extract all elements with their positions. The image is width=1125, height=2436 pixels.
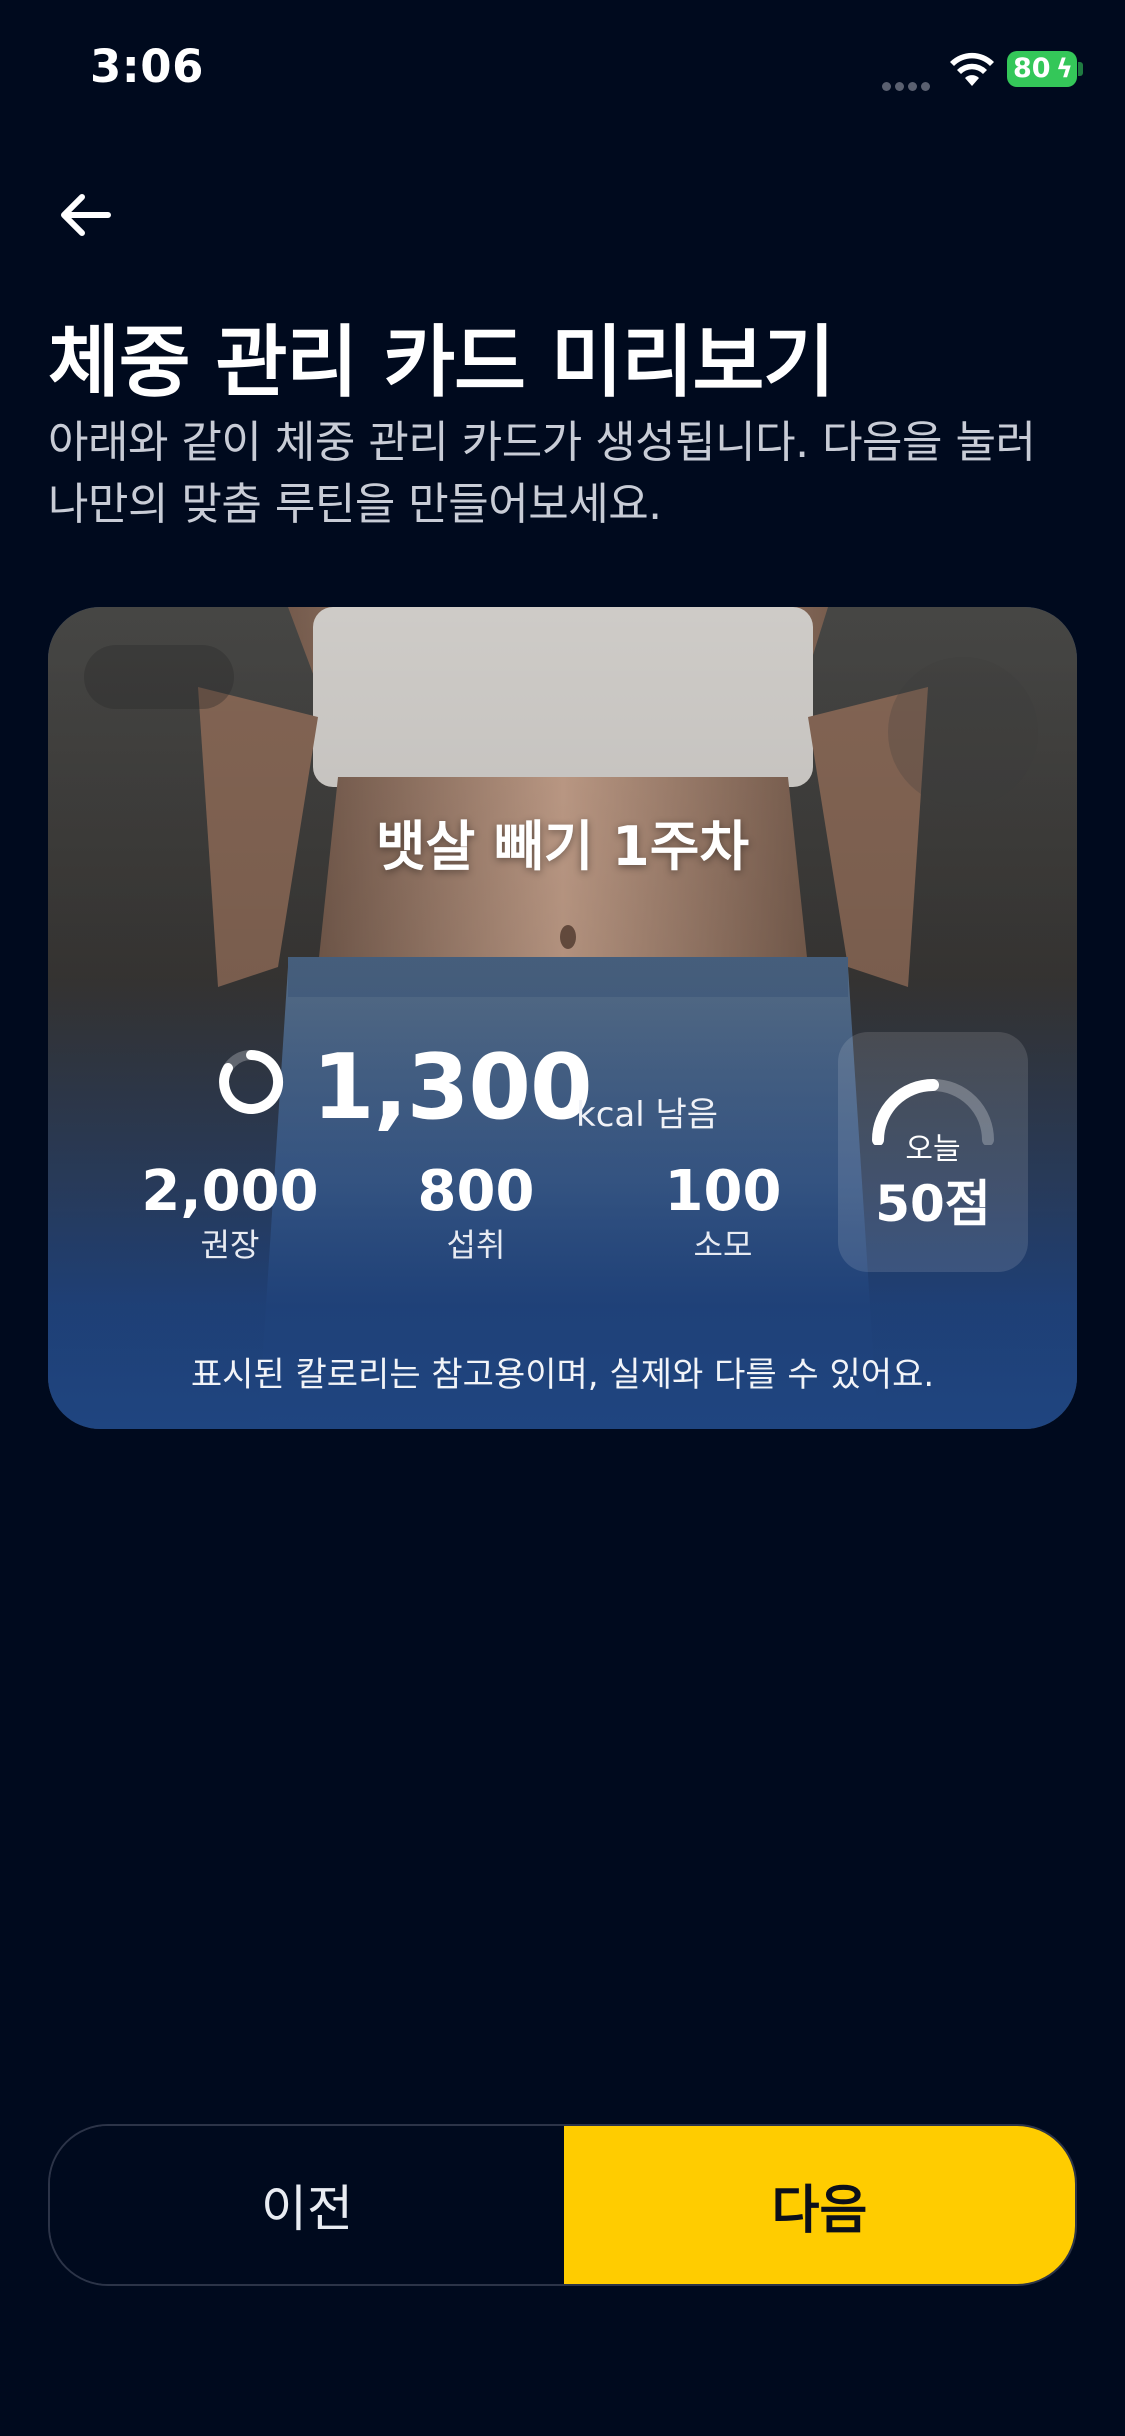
stat-value: 800 [417, 1159, 535, 1224]
calories-remaining-unit: kcal 남음 [576, 1095, 719, 1135]
battery-charging-icon: 80 ϟ [1007, 51, 1077, 87]
navigation-buttons: 이전 다음 [48, 2124, 1077, 2286]
status-bar: 3:06 80 ϟ [0, 0, 1125, 140]
stat-label: 소모 [693, 1226, 753, 1264]
today-score-box: 오늘 50점 [838, 1032, 1028, 1272]
card-title: 뱃살 빼기 1주차 [375, 815, 750, 878]
stat-value: 2,000 [141, 1159, 319, 1224]
stat-label: 섭취 [446, 1226, 506, 1264]
stat-intake: 800 섭취 [366, 1160, 586, 1266]
page-subtitle: 아래와 같이 체중 관리 카드가 생성됩니다. 다음을 눌러 나만의 맞춤 루틴… [48, 417, 1036, 530]
battery-cap [1078, 62, 1083, 76]
stat-label: 권장 [200, 1226, 260, 1264]
back-arrow-icon[interactable] [50, 185, 120, 245]
page-title: 체중 관리 카드 미리보기 [48, 318, 835, 408]
stat-value: 100 [664, 1159, 782, 1224]
stat-recommended: 2,000 권장 [120, 1160, 340, 1266]
bolt-icon: ϟ [1055, 54, 1073, 84]
stat-burned: 100 소모 [613, 1160, 833, 1266]
battery-level: 80 [1013, 53, 1051, 84]
status-time: 3:06 [90, 40, 204, 93]
calories-remaining-value: 1,300 [312, 1035, 593, 1140]
next-button[interactable]: 다음 [564, 2126, 1075, 2284]
prev-button[interactable]: 이전 [50, 2126, 564, 2284]
score-label: 오늘 [905, 1132, 961, 1167]
card-badge-placeholder [84, 645, 234, 709]
wifi-icon [950, 52, 994, 86]
weight-card-preview: 뱃살 빼기 1주차 1,300 kcal 남음 2,000 권장 800 섭취 … [48, 607, 1077, 1429]
calorie-disclaimer: 표시된 칼로리는 참고용이며, 실제와 다를 수 있어요. [190, 1355, 935, 1395]
signal-dots-icon [882, 76, 934, 91]
calorie-progress-ring-icon [219, 1049, 284, 1114]
screen: 3:06 80 ϟ 체중 관리 카드 미리보기 아래와 같이 체중 관리 카드가… [0, 0, 1125, 2436]
card-avatar-placeholder [888, 657, 1038, 807]
score-value: 50점 [875, 1175, 991, 1233]
